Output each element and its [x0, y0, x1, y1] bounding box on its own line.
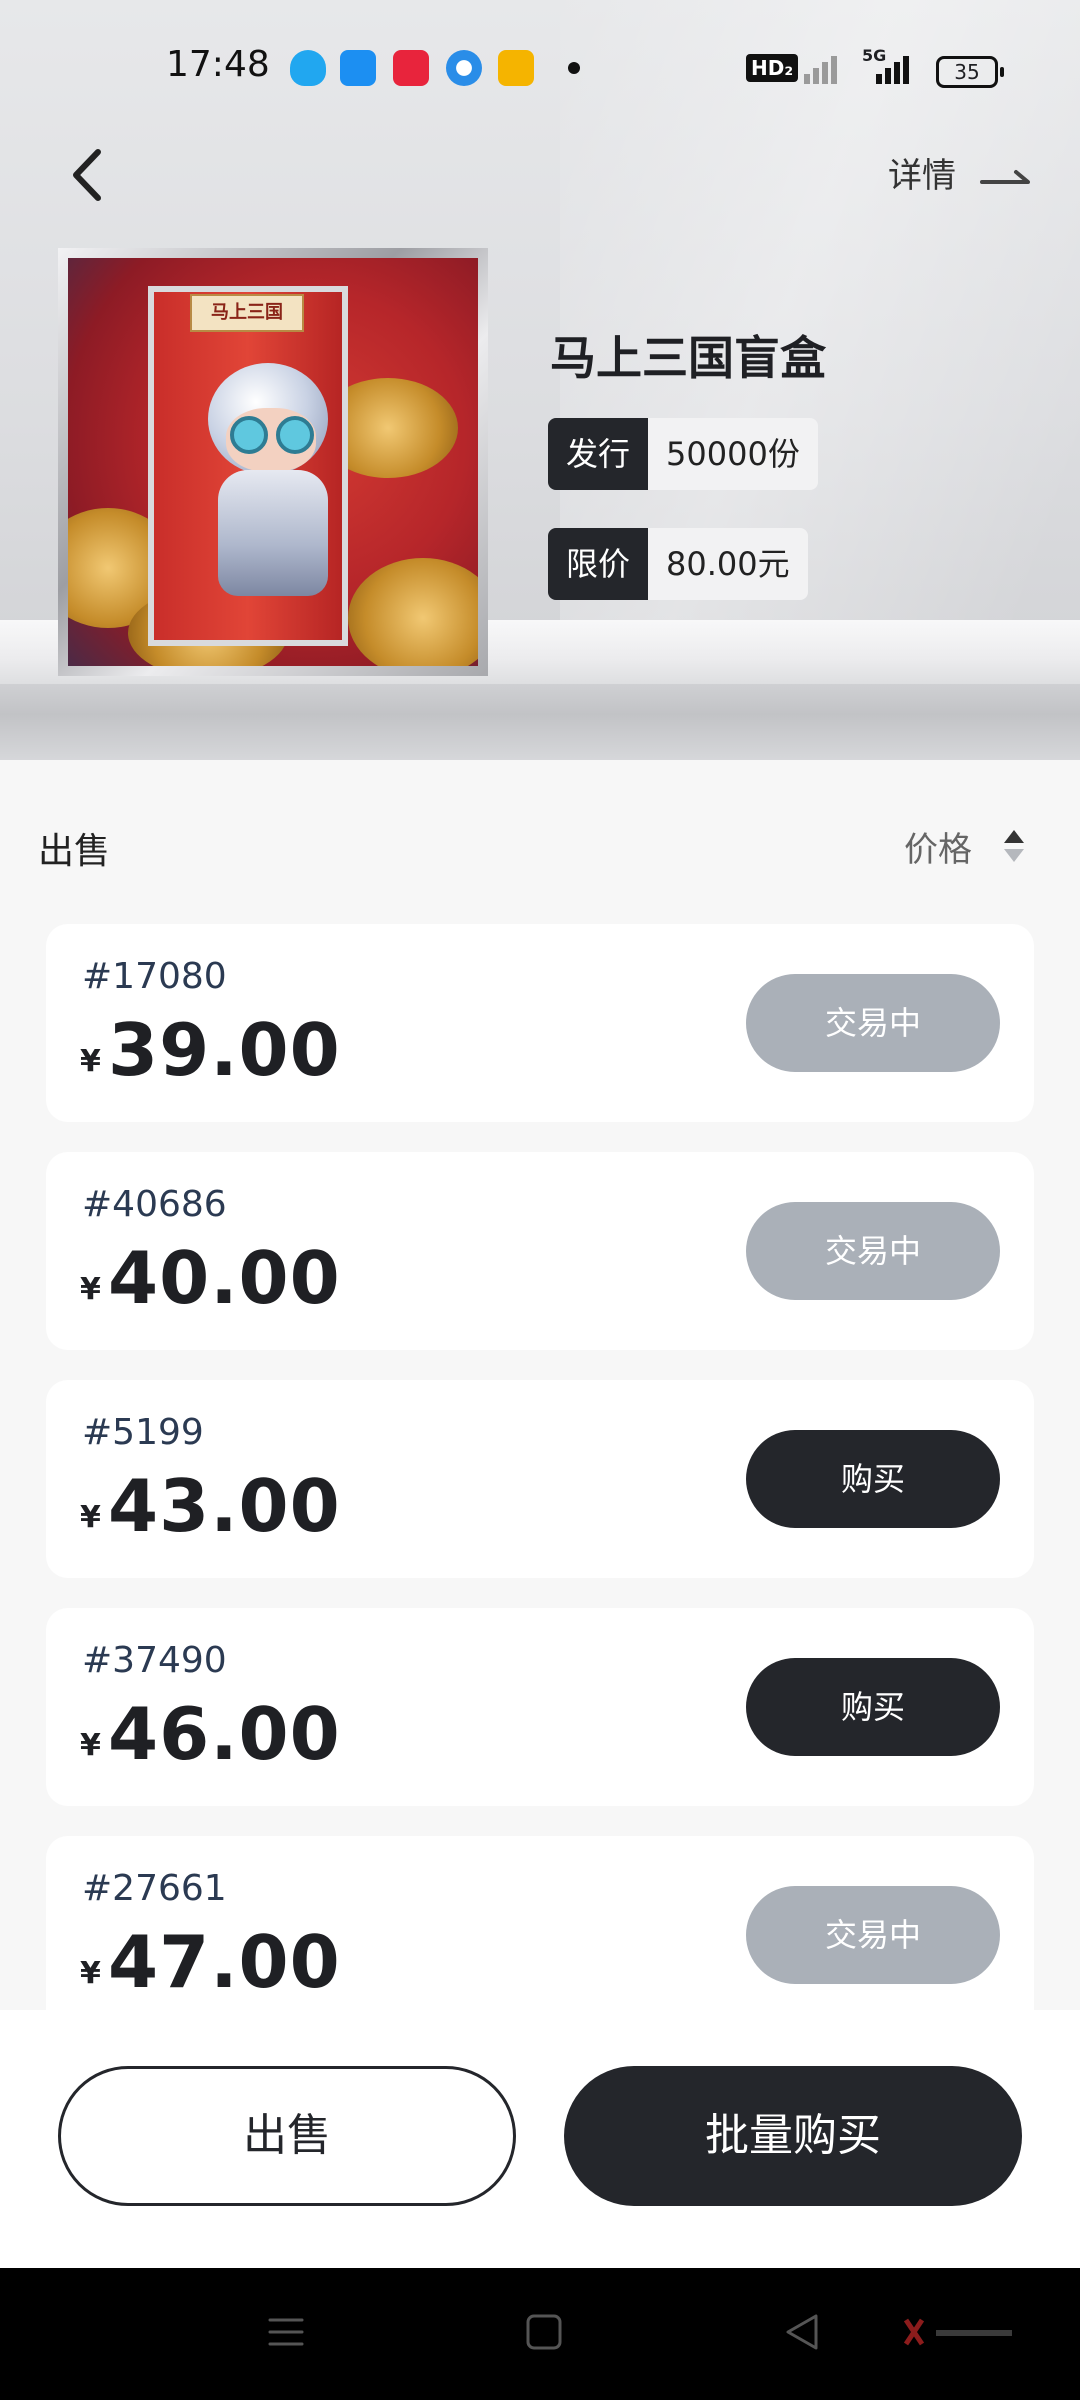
bottom-action-bar: 出售 批量购买 — [0, 2010, 1080, 2268]
listing-serial: #27661 — [82, 1868, 227, 1909]
sort-by-price[interactable]: 价格 — [904, 822, 972, 871]
listing-card[interactable]: #27661 ¥ 47.00 交易中 — [46, 1836, 1034, 2010]
listing-price: 43.00 — [108, 1464, 341, 1548]
qq-app-icon — [290, 50, 326, 86]
sort-arrows-icon[interactable] — [1002, 828, 1026, 864]
limit-key: 限价 — [548, 528, 649, 600]
sale-list-panel: 出售 价格 #17080 ¥ 39.00 交易中 #40686 ¥ 40.00 … — [0, 762, 1080, 2010]
listing-serial: #17080 — [82, 956, 227, 997]
status-bar: 17:48 HD₂ 5G 35 — [0, 0, 1080, 140]
browser-app-icon — [446, 50, 482, 86]
listing-serial: #37490 — [82, 1640, 227, 1681]
listing-serial: #5199 — [82, 1412, 204, 1453]
xiaohongshu-app-icon — [393, 50, 429, 86]
issue-key: 发行 — [548, 418, 649, 490]
listing-card[interactable]: #5199 ¥ 43.00 购买 — [46, 1380, 1034, 1578]
listing-card[interactable]: #37490 ¥ 46.00 购买 — [46, 1608, 1034, 1806]
limit-price-tag: 限价 80.00元 — [548, 528, 808, 600]
signal-1-icon — [804, 56, 840, 84]
trading-status-button[interactable]: 交易中 — [746, 1202, 1000, 1300]
trading-status-button[interactable]: 交易中 — [746, 974, 1000, 1072]
detail-link[interactable]: 详情 — [888, 148, 956, 197]
listing-price: 40.00 — [108, 1236, 341, 1320]
currency-symbol: ¥ — [80, 1044, 101, 1079]
listing-serial: #40686 — [82, 1184, 227, 1225]
listing-price: 46.00 — [108, 1692, 341, 1776]
sell-button[interactable]: 出售 — [58, 2066, 516, 2206]
eleme-app-icon — [340, 50, 376, 86]
watermark-logo-icon — [903, 2318, 1012, 2346]
issue-tag: 发行 50000份 — [548, 418, 818, 490]
issue-value: 50000份 — [648, 418, 818, 490]
listing-price: 39.00 — [108, 1008, 341, 1092]
listing-card[interactable]: #40686 ¥ 40.00 交易中 — [46, 1152, 1034, 1350]
hd-volte-icon: HD₂ — [746, 54, 799, 82]
currency-symbol: ¥ — [80, 1728, 101, 1763]
listing-price: 47.00 — [108, 1920, 341, 2004]
product-image: 马上三国 — [58, 248, 488, 676]
box-label: 马上三国 — [190, 294, 304, 332]
buy-button[interactable]: 购买 — [746, 1658, 1000, 1756]
currency-symbol: ¥ — [80, 1956, 101, 1991]
status-time: 17:48 — [166, 44, 270, 85]
system-navigation-bar — [0, 2268, 1080, 2400]
coupon-app-icon — [498, 50, 534, 86]
signal-2-icon — [876, 56, 912, 84]
back-triangle-icon[interactable] — [782, 2312, 822, 2352]
notification-dot — [568, 62, 580, 74]
batch-buy-button[interactable]: 批量购买 — [564, 2066, 1022, 2206]
battery-icon: 35 — [936, 56, 1004, 88]
arrow-right-icon[interactable] — [980, 160, 1032, 188]
buy-button[interactable]: 购买 — [746, 1430, 1000, 1528]
home-icon[interactable] — [524, 2312, 564, 2352]
back-arrow-icon[interactable] — [64, 140, 114, 210]
limit-value: 80.00元 — [648, 528, 808, 600]
listing-card[interactable]: #17080 ¥ 39.00 交易中 — [46, 924, 1034, 1122]
product-title: 马上三国盲盒 — [550, 331, 826, 385]
currency-symbol: ¥ — [80, 1272, 101, 1307]
currency-symbol: ¥ — [80, 1500, 101, 1535]
section-title: 出售 — [38, 831, 111, 872]
trading-status-button[interactable]: 交易中 — [746, 1886, 1000, 1984]
menu-icon[interactable] — [266, 2312, 306, 2352]
